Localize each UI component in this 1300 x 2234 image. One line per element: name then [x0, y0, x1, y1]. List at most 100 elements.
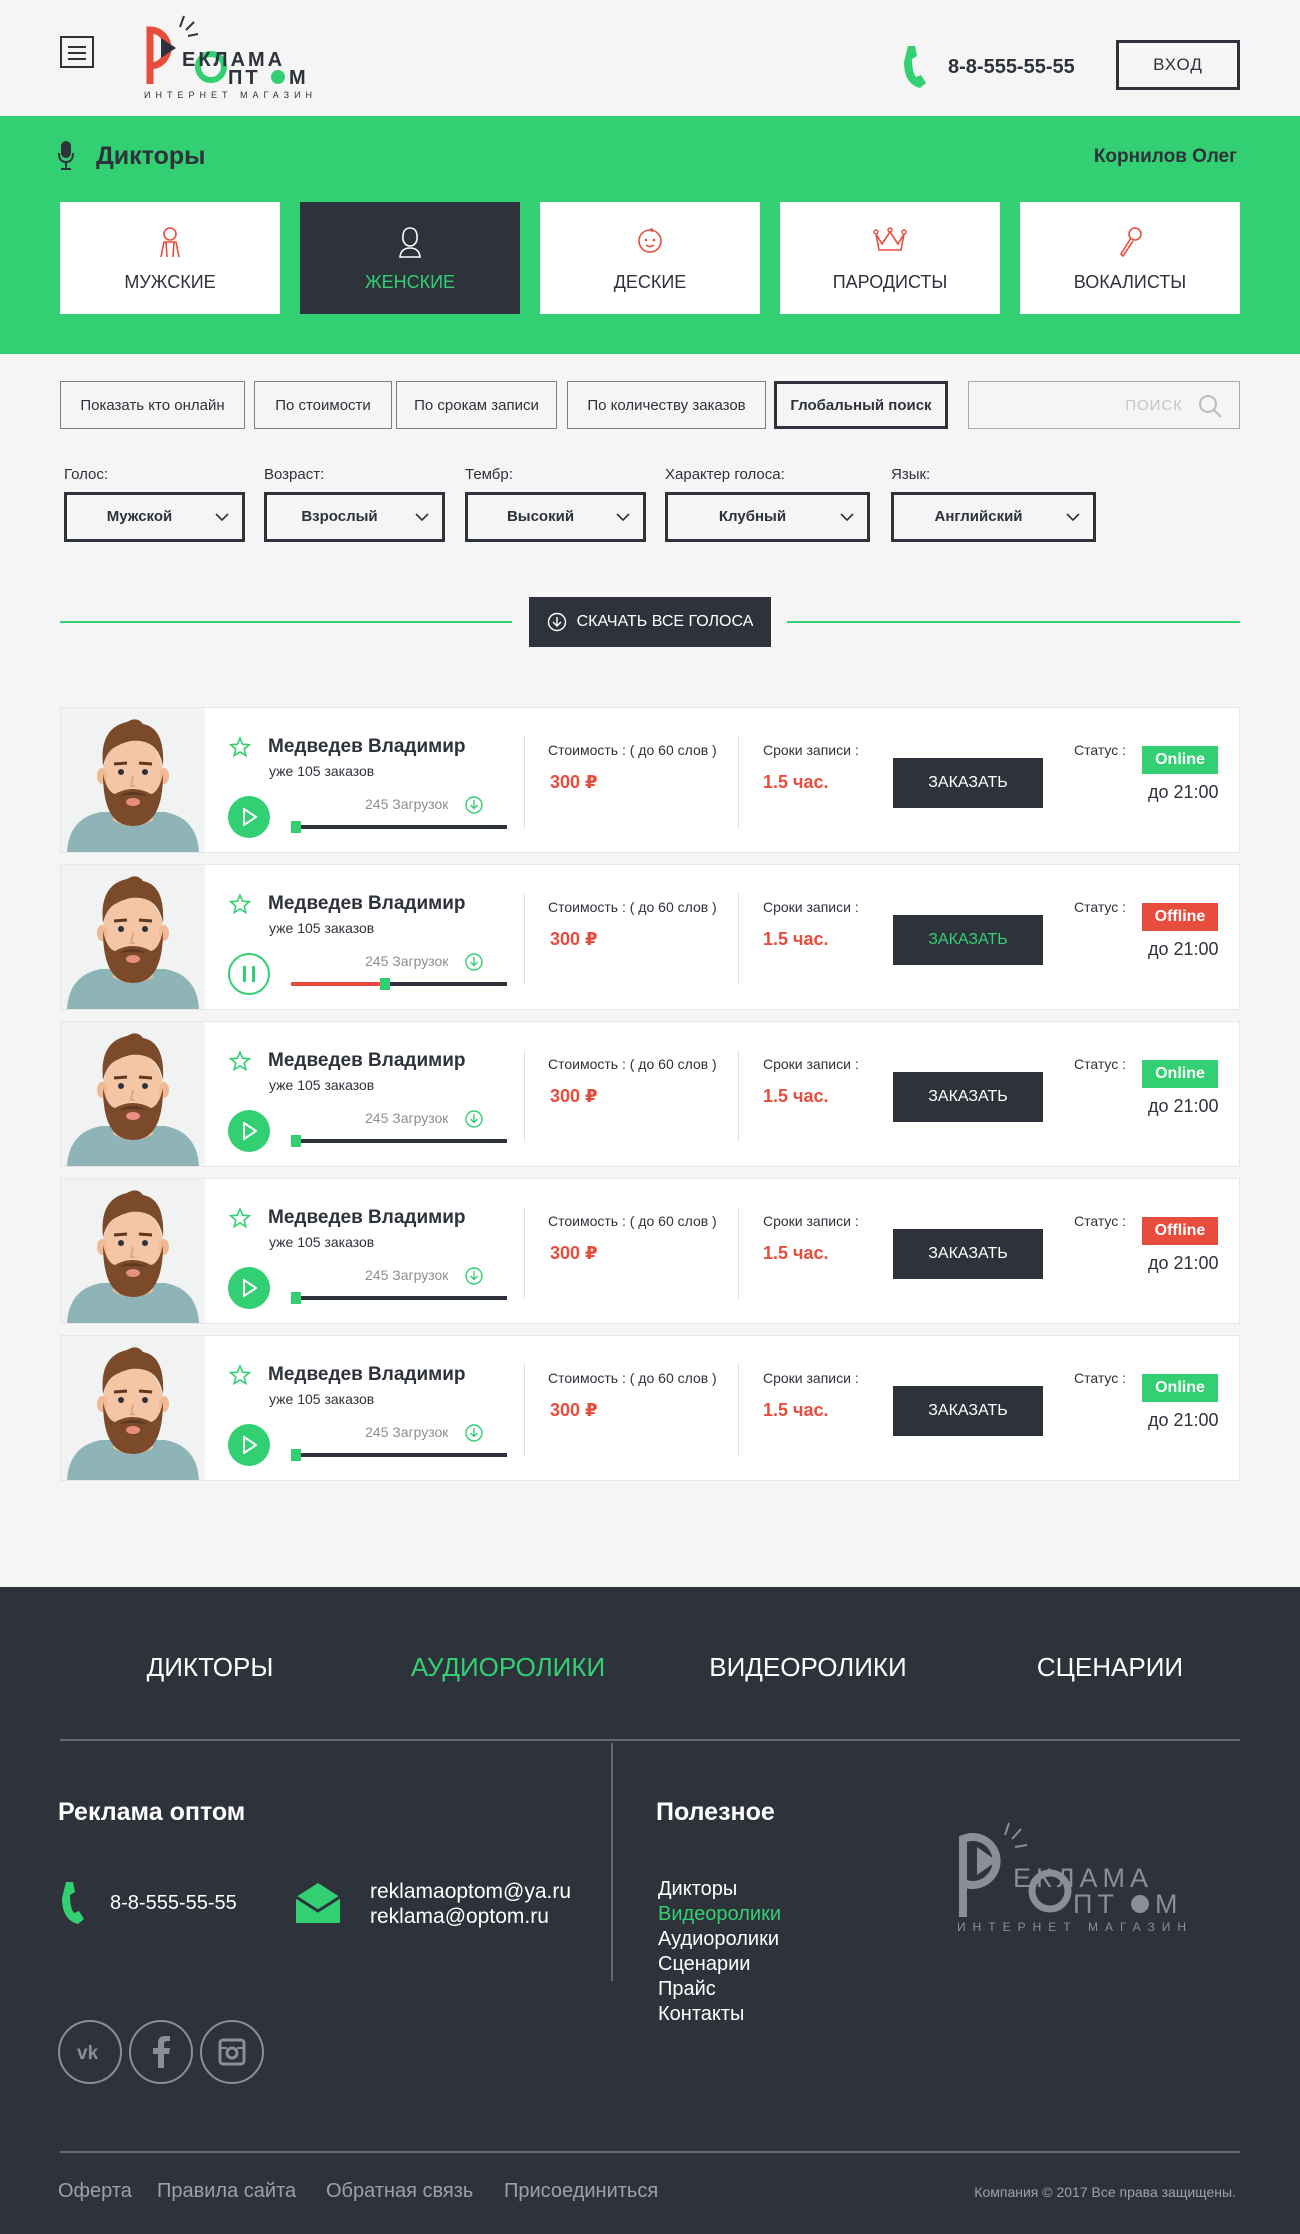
- favorite-star-icon[interactable]: [229, 736, 251, 758]
- order-button[interactable]: ЗАКАЗАТЬ: [893, 1229, 1043, 1279]
- progress-handle[interactable]: [291, 1135, 301, 1147]
- character-select[interactable]: Клубный: [665, 492, 870, 542]
- audio-progress-bar[interactable]: [291, 821, 507, 833]
- timbre-select[interactable]: Высокий: [465, 492, 646, 542]
- microphone-icon: [1119, 227, 1142, 258]
- price-value: 300 ₽: [550, 1243, 598, 1263]
- audio-progress-bar[interactable]: [291, 1292, 507, 1304]
- footer-link-speakers[interactable]: Дикторы: [658, 1877, 781, 1902]
- footer-link-audio[interactable]: Аудиоролики: [658, 1927, 781, 1952]
- speaker-name[interactable]: Медведев Владимир: [268, 893, 465, 915]
- term-value: 1.5 час.: [763, 772, 829, 792]
- download-icon[interactable]: [464, 1266, 484, 1286]
- download-icon[interactable]: [464, 952, 484, 972]
- footer-nav-audio[interactable]: АУДИОРОЛИКИ: [398, 1652, 618, 1683]
- filter-orders-button[interactable]: По количеству заказов: [567, 381, 766, 429]
- order-button[interactable]: ЗАКАЗАТЬ: [893, 1386, 1043, 1436]
- join-link[interactable]: Присоединиться: [504, 2180, 658, 2203]
- favorite-star-icon[interactable]: [229, 893, 251, 915]
- favorite-star-icon[interactable]: [229, 1207, 251, 1229]
- offer-link[interactable]: Оферта: [58, 2180, 132, 2203]
- audio-progress-bar[interactable]: [291, 1449, 507, 1461]
- audio-progress-bar[interactable]: [291, 1135, 507, 1147]
- language-select[interactable]: Английский: [891, 492, 1096, 542]
- category-parodists[interactable]: ПАРОДИСТЫ: [780, 202, 1000, 314]
- divider: [738, 736, 739, 828]
- user-name[interactable]: Корнилов Олег: [1094, 146, 1237, 168]
- filter-term-button[interactable]: По срокам записи: [396, 381, 557, 429]
- progress-handle[interactable]: [380, 978, 390, 990]
- filter-online-button[interactable]: Показать кто онлайн: [60, 381, 245, 429]
- price-value: 300 ₽: [550, 1086, 598, 1106]
- speaker-name[interactable]: Медведев Владимир: [268, 736, 465, 758]
- footer-logo[interactable]: ЕКЛАМА ПТ М ИНТЕРНЕТ МАГАЗИН: [955, 1817, 1215, 1937]
- category-female[interactable]: ЖЕНСКИЕ: [300, 202, 520, 314]
- vk-icon: vk: [77, 2043, 99, 2062]
- global-search-button[interactable]: Глобальный поиск: [774, 381, 948, 429]
- download-icon[interactable]: [464, 1109, 484, 1129]
- email-link[interactable]: reklama@optom.ru: [370, 1904, 571, 1929]
- progress-handle[interactable]: [291, 1449, 301, 1461]
- feedback-link[interactable]: Обратная связь: [326, 2180, 473, 2203]
- speaker-name[interactable]: Медведев Владимир: [268, 1207, 465, 1229]
- divider: [524, 1364, 525, 1456]
- play-button[interactable]: [228, 1110, 270, 1152]
- useful-links: Дикторы Видеоролики Аудиоролики Сценарии…: [658, 1877, 781, 2027]
- filter-cost-button[interactable]: По стоимости: [254, 381, 392, 429]
- category-kids[interactable]: ДЕСКИЕ: [540, 202, 760, 314]
- speaker-orders: уже 105 заказов: [269, 1234, 375, 1250]
- pause-button[interactable]: [228, 953, 270, 995]
- footer-nav-speakers[interactable]: ДИКТОРЫ: [100, 1652, 320, 1683]
- login-button[interactable]: ВХОД: [1116, 40, 1240, 90]
- facebook-link[interactable]: [129, 2020, 193, 2084]
- footer-link-price[interactable]: Прайс: [658, 1977, 781, 2002]
- avatar: [61, 708, 205, 852]
- cost-label: Стоимость : ( до 60 слов ): [548, 1213, 717, 1229]
- category-male[interactable]: МУЖСКИЕ: [60, 202, 280, 314]
- speaker-card: Медведев Владимир уже 105 заказов 245 За…: [60, 1178, 1240, 1324]
- term-value: 1.5 час.: [763, 929, 829, 949]
- category-label: МУЖСКИЕ: [124, 272, 216, 292]
- speaker-name[interactable]: Медведев Владимир: [268, 1364, 465, 1386]
- search-input[interactable]: [969, 382, 1189, 428]
- speaker-name[interactable]: Медведев Владимир: [268, 1050, 465, 1072]
- character-select-label: Характер голоса:: [665, 466, 785, 483]
- email-link[interactable]: reklamaoptom@ya.ru: [370, 1879, 571, 1904]
- order-button[interactable]: ЗАКАЗАТЬ: [893, 915, 1043, 965]
- footer-link-video[interactable]: Видеоролики: [658, 1902, 781, 1927]
- progress-handle[interactable]: [291, 821, 301, 833]
- order-button[interactable]: ЗАКАЗАТЬ: [893, 1072, 1043, 1122]
- download-all-button[interactable]: СКАЧАТЬ ВСЕ ГОЛОСА: [529, 597, 771, 647]
- favorite-star-icon[interactable]: [229, 1364, 251, 1386]
- download-icon[interactable]: [464, 795, 484, 815]
- vk-link[interactable]: vk: [58, 2020, 122, 2084]
- rules-link[interactable]: Правила сайта: [157, 2180, 296, 2203]
- footer-phone[interactable]: 8-8-555-55-55: [58, 1880, 237, 1926]
- play-icon: [243, 1436, 257, 1454]
- category-vocalists[interactable]: ВОКАЛИСТЫ: [1020, 202, 1240, 314]
- search-icon[interactable]: [1197, 393, 1223, 419]
- play-button[interactable]: [228, 796, 270, 838]
- menu-icon[interactable]: [60, 36, 94, 68]
- order-button[interactable]: ЗАКАЗАТЬ: [893, 758, 1043, 808]
- header-phone[interactable]: 8-8-555-55-55: [900, 44, 1075, 90]
- play-button[interactable]: [228, 1424, 270, 1466]
- footer-link-scripts[interactable]: Сценарии: [658, 1952, 781, 1977]
- pause-icon: [243, 966, 255, 982]
- site-logo[interactable]: ЕКЛАМА ПТ М ИНТЕРНЕТ МАГАЗИН: [140, 12, 330, 102]
- footer-nav-scripts[interactable]: СЦЕНАРИИ: [1000, 1652, 1220, 1683]
- voice-select[interactable]: Мужской: [64, 492, 245, 542]
- avatar: [61, 1336, 205, 1480]
- audio-progress-bar[interactable]: [291, 978, 507, 990]
- instagram-link[interactable]: [200, 2020, 264, 2084]
- footer-link-contacts[interactable]: Контакты: [658, 2002, 781, 2027]
- download-icon[interactable]: [464, 1423, 484, 1443]
- available-until: до 21:00: [1148, 1253, 1219, 1273]
- download-all-label: СКАЧАТЬ ВСЕ ГОЛОСА: [576, 613, 754, 630]
- progress-handle[interactable]: [291, 1292, 301, 1304]
- play-button[interactable]: [228, 1267, 270, 1309]
- age-select[interactable]: Взрослый: [264, 492, 445, 542]
- avatar: [61, 1179, 205, 1323]
- favorite-star-icon[interactable]: [229, 1050, 251, 1072]
- footer-nav-video[interactable]: ВИДЕОРОЛИКИ: [698, 1652, 918, 1683]
